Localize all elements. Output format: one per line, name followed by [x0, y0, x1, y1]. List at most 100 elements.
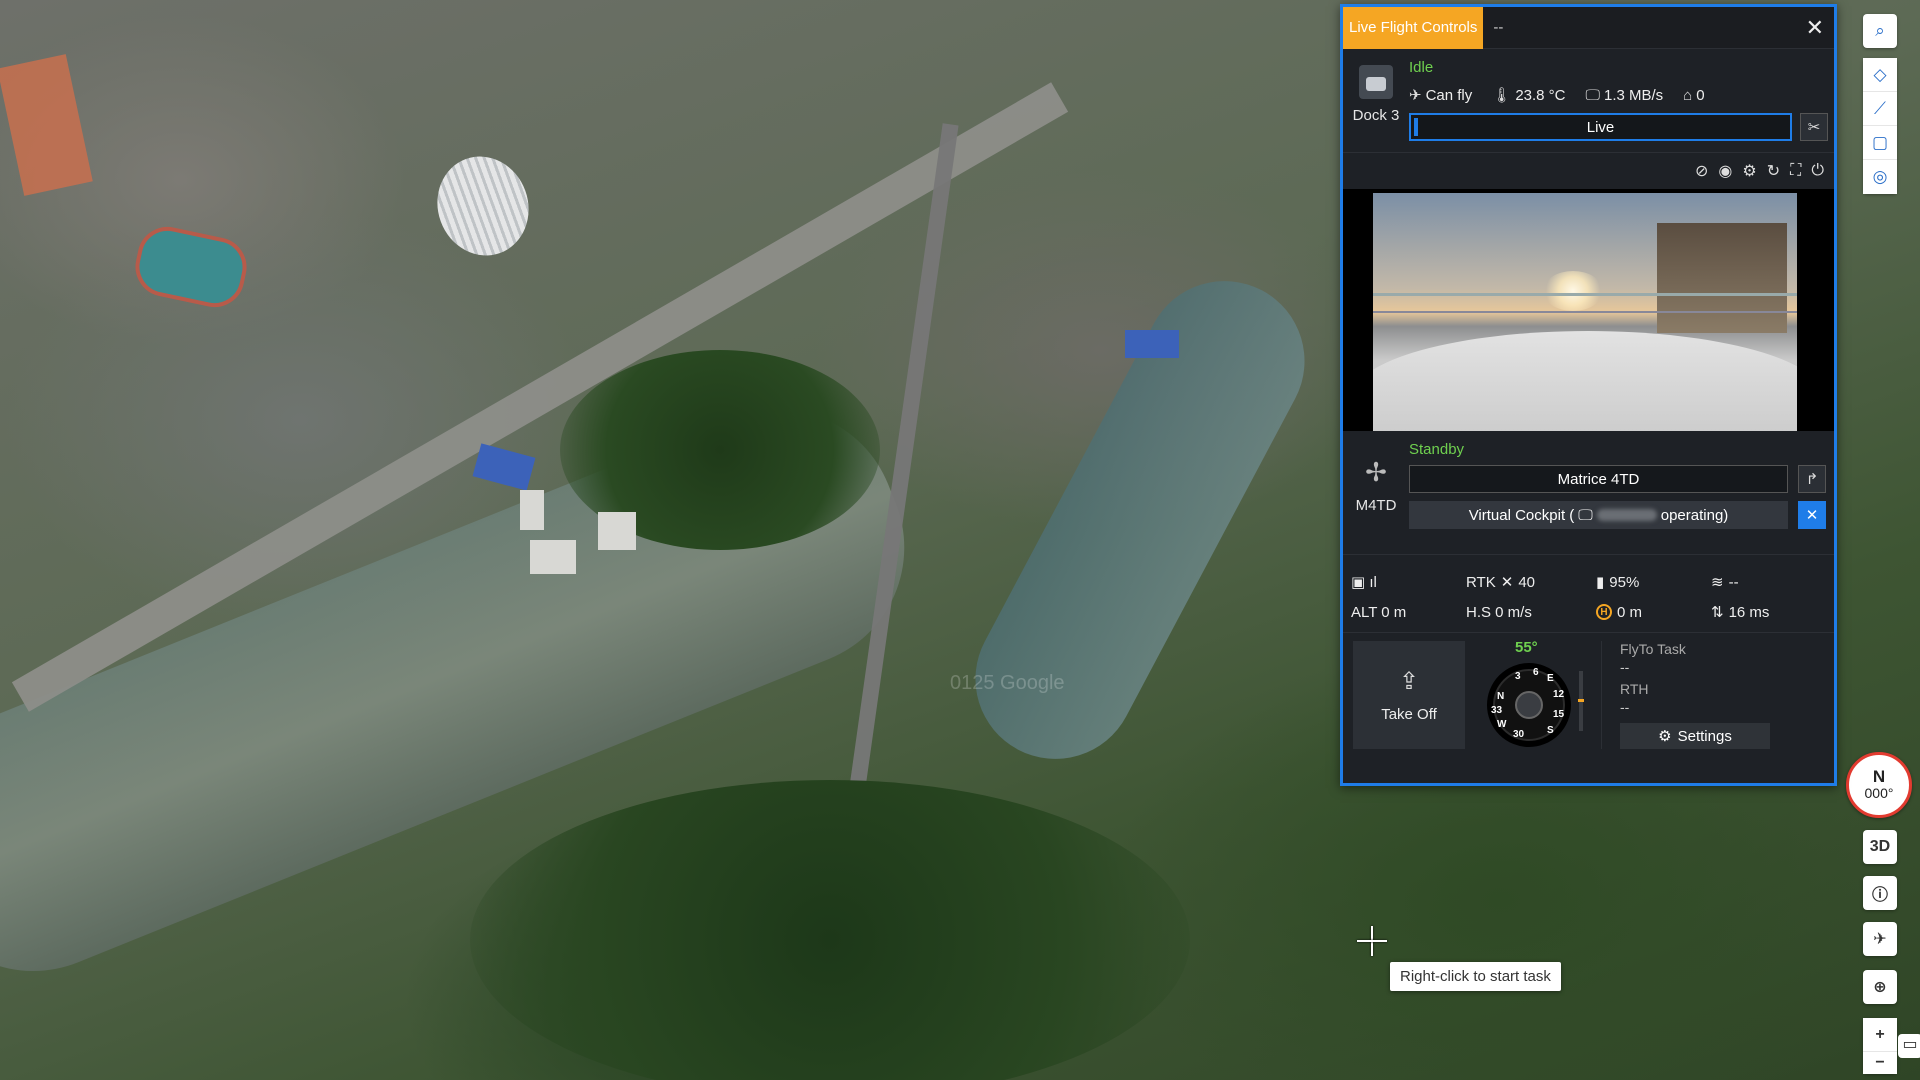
- live-flight-controls-panel: Live Flight Controls -- ✕ Dock 3 Idle ✈ C…: [1340, 4, 1837, 786]
- satellite-icon: ✕: [1500, 574, 1514, 591]
- info-icon: ⓘ: [1871, 887, 1888, 904]
- fly-status: ✈ Can fly: [1409, 87, 1473, 104]
- drone-control-icon: ✕: [1805, 507, 1819, 524]
- take-off-button[interactable]: ⇪ Take Off: [1353, 641, 1465, 749]
- building-roof: [0, 54, 93, 196]
- house: [1657, 223, 1787, 333]
- camera-off-icon[interactable]: ⊘: [1695, 161, 1708, 181]
- home-distance: H0 m: [1596, 597, 1711, 627]
- search-icon: ⌕: [1875, 21, 1885, 40]
- task-info: FlyTo Task -- RTH -- ⚙ Settings: [1601, 641, 1824, 749]
- thermometer-icon: 🌡: [1492, 87, 1512, 104]
- monitor-icon: 🖵: [1578, 506, 1593, 524]
- dock-roof: [1373, 331, 1797, 431]
- live-stream-button[interactable]: Live: [1409, 113, 1792, 141]
- altitude: ALT 0 m: [1351, 603, 1407, 621]
- latency-icon: ⇅: [1711, 604, 1724, 621]
- model-row: Matrice 4TD ↱: [1409, 465, 1826, 493]
- dock-name: Dock 3: [1352, 107, 1400, 124]
- panel-header: Live Flight Controls -- ✕: [1343, 6, 1834, 49]
- line-tool-button[interactable]: ⟋: [1863, 92, 1897, 126]
- compass-label-15: 15: [1553, 709, 1565, 720]
- video-area[interactable]: [1343, 189, 1834, 431]
- line-icon: ⟋: [1874, 98, 1886, 118]
- storage-count: ⌂ 0: [1683, 86, 1705, 104]
- dock-tools-button[interactable]: ✂: [1800, 113, 1828, 141]
- 3d-view-button[interactable]: 3D: [1863, 830, 1897, 864]
- dock-status: Idle: [1409, 59, 1434, 76]
- compass-label-w: W: [1497, 719, 1507, 730]
- tab-placeholder: --: [1493, 19, 1504, 36]
- compass-label-n: N: [1497, 691, 1505, 702]
- dock-info: Idle ✈ Can fly 🌡 23.8 °C 🖵 1.3 MB/s ⌂ 0 Live…: [1409, 49, 1834, 152]
- area-tool-button[interactable]: ▢: [1863, 126, 1897, 160]
- compass-label-12: 12: [1553, 689, 1565, 700]
- compass-dial: N 3 6 E 12 15 S W 30 33: [1487, 663, 1571, 747]
- circle-tool-button[interactable]: ◎: [1863, 160, 1897, 194]
- north-compass-button[interactable]: N 000°: [1846, 752, 1912, 818]
- gear-icon: ⚙: [1658, 728, 1672, 745]
- telemetry-grid: ▣ ıl RTK ✕ 40 ▮ 95% ≋ -- ALT 0 m H.S 0 m/s H…: [1343, 555, 1834, 633]
- chat-icon[interactable]: ▭: [1898, 1034, 1920, 1058]
- horizontal-speed: H.S 0 m/s: [1466, 603, 1532, 621]
- drone-status: Standby: [1409, 441, 1465, 458]
- fullscreen-icon[interactable]: ⛶: [1790, 162, 1801, 180]
- draw-tools: ◇ ⟋ ▢ ◎: [1863, 58, 1897, 194]
- wind-icon: ≋: [1711, 574, 1724, 591]
- dock-device[interactable]: Dock 3: [1343, 49, 1409, 152]
- network-icon: 🖵: [1585, 86, 1600, 104]
- image-signal-icon: ▣ ıl: [1351, 574, 1377, 591]
- info-button[interactable]: ⓘ: [1863, 876, 1897, 910]
- pin-tool-button[interactable]: ◇: [1863, 58, 1897, 92]
- cockpit-control-button[interactable]: ✕: [1798, 501, 1826, 529]
- share-button[interactable]: ↱: [1798, 465, 1826, 493]
- close-icon: ✕: [1805, 14, 1824, 40]
- storage-icon: ⌂: [1683, 86, 1693, 104]
- drone-model-field: Matrice 4TD: [1409, 465, 1788, 493]
- polygon-icon: ▢: [1871, 132, 1889, 152]
- map-watermark: 0125 Google: [950, 672, 1065, 694]
- tools-icon: ✂: [1807, 119, 1821, 136]
- building-roof: [472, 443, 536, 491]
- search-button[interactable]: ⌕: [1863, 14, 1897, 48]
- dock-icon: [1359, 65, 1393, 99]
- compass-label-30: 30: [1513, 729, 1525, 740]
- building-roof: [1125, 330, 1179, 358]
- altitude-bar: [1578, 671, 1584, 731]
- heading-value: 55°: [1515, 639, 1538, 656]
- compass-label-33: 33: [1491, 705, 1503, 716]
- north-heading: 000°: [1864, 785, 1894, 801]
- building: [598, 512, 636, 550]
- zoom-controls: + −: [1863, 1018, 1897, 1074]
- live-video-feed: [1373, 193, 1797, 431]
- crosshair-icon: ⊕: [1873, 979, 1887, 996]
- lens-icon[interactable]: ◉: [1718, 161, 1732, 181]
- refresh-icon[interactable]: ↻: [1767, 161, 1780, 181]
- home-icon: H: [1596, 604, 1612, 620]
- locate-aircraft-button[interactable]: ✈: [1863, 922, 1897, 956]
- stadium-roof: [423, 143, 543, 269]
- power-icon[interactable]: ⏻: [1811, 162, 1824, 180]
- locate-me-button[interactable]: ⊕: [1863, 970, 1897, 1004]
- close-button[interactable]: ✕: [1806, 15, 1824, 41]
- virtual-cockpit-button[interactable]: Virtual Cockpit ( 🖵 operating): [1409, 501, 1788, 529]
- tab-live-flight-controls[interactable]: Live Flight Controls: [1343, 6, 1484, 49]
- info-toolbar: ⓘ: [1862, 876, 1898, 910]
- battery-icon: ▮: [1596, 574, 1605, 591]
- drone-device[interactable]: ✢ M4TD: [1343, 431, 1409, 554]
- view-toolbar: 3D: [1862, 830, 1898, 864]
- compass-label-6: 6: [1533, 667, 1539, 678]
- attitude-compass: 55° N 3 6 E 12 15 S W 30 33: [1475, 639, 1591, 749]
- settings-icon[interactable]: ⚙: [1742, 161, 1756, 181]
- zoom-in-button[interactable]: +: [1863, 1018, 1897, 1052]
- zoom-out-button[interactable]: −: [1863, 1052, 1897, 1074]
- drone-name: M4TD: [1355, 497, 1397, 514]
- draw-toolbar: ◇ ⟋ ▢ ◎: [1862, 58, 1898, 194]
- aircraft-toolbar: ✈: [1862, 922, 1898, 956]
- sports-field: [129, 221, 253, 313]
- operator-name-redacted: [1596, 509, 1657, 521]
- video-toolbar: ⊘ ◉ ⚙ ↻ ⛶ ⏻: [1343, 153, 1834, 189]
- drone-section: ✢ M4TD Standby Matrice 4TD ↱ Virtual Coc…: [1343, 431, 1834, 555]
- settings-button[interactable]: ⚙ Settings: [1620, 723, 1770, 749]
- takeoff-icon: ⇪: [1398, 668, 1420, 695]
